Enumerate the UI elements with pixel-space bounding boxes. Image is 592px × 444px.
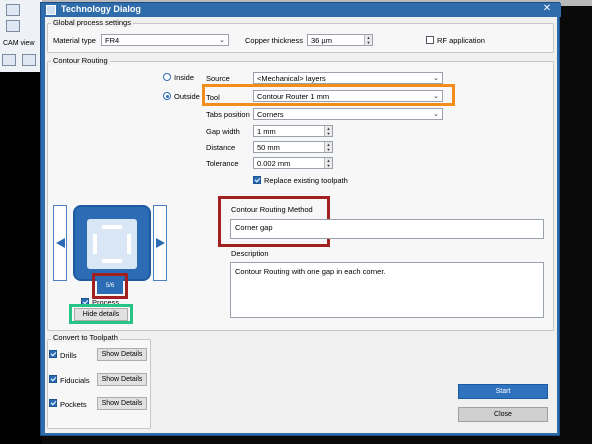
tolerance-label: Tolerance (206, 159, 239, 168)
method-field[interactable]: Corner gap (230, 219, 544, 239)
inside-radio[interactable] (163, 73, 171, 81)
dialog-title: Technology Dialog (61, 4, 141, 14)
fiducials-checkbox[interactable] (49, 375, 57, 383)
gap-right-icon (127, 234, 131, 254)
material-type-select[interactable]: FR4 ⌄ (101, 34, 229, 46)
tabs-position-select[interactable]: Corners ⌄ (253, 108, 443, 120)
drills-label: Drills (60, 351, 77, 360)
description-value: Contour Routing with one gap in each cor… (235, 267, 386, 276)
hide-details-button[interactable]: Hide details (74, 308, 128, 321)
tool-value: Contour Router 1 mm (257, 92, 330, 101)
background-toolbar: CAM view (0, 0, 42, 72)
distance-input[interactable]: 50 mm ▲ ▼ (253, 141, 333, 153)
tabs-position-label: Tabs position (206, 110, 250, 119)
close-window-button[interactable]: ✕ (535, 3, 559, 15)
tolerance-value: 0.002 mm (257, 159, 291, 168)
replace-toolpath-checkbox[interactable] (253, 176, 261, 184)
method-label: Contour Routing Method (231, 205, 313, 214)
source-value: <Mechanical> layers (257, 74, 326, 83)
tool-label: Tool (206, 93, 220, 102)
toolbar-icon[interactable] (6, 4, 20, 16)
dialog-client: Global process settings Material type FR… (45, 17, 557, 433)
arrow-right-icon (156, 238, 165, 248)
gap-top-icon (102, 225, 122, 229)
global-settings-legend: Global process settings (51, 18, 133, 27)
tolerance-input[interactable]: 0.002 mm ▲ ▼ (253, 157, 333, 169)
fiducials-label: Fiducials (60, 376, 90, 385)
source-label: Source (206, 74, 230, 83)
copper-thickness-input[interactable]: 36 µm ▲ ▼ (307, 34, 373, 46)
title-bar[interactable]: Technology Dialog ✕ (41, 3, 561, 17)
technology-dialog: Technology Dialog ✕ Global process setti… (40, 2, 561, 436)
spinner-arrows-icon[interactable]: ▲ ▼ (364, 35, 372, 45)
chevron-down-icon: ⌄ (433, 75, 439, 82)
method-value: Corner gap (235, 223, 273, 232)
drills-checkbox[interactable] (49, 350, 57, 358)
description-field: Contour Routing with one gap in each cor… (230, 262, 544, 318)
source-select[interactable]: <Mechanical> layers ⌄ (253, 72, 443, 84)
tabs-position-value: Corners (257, 110, 284, 119)
gap-width-input[interactable]: 1 mm ▲ ▼ (253, 125, 333, 137)
chevron-down-icon: ⌄ (433, 111, 439, 118)
select-tool-icon[interactable] (2, 54, 16, 66)
cam-view-label: CAM view (3, 40, 35, 47)
contour-routing-legend: Contour Routing (51, 56, 110, 65)
method-preview-image (73, 205, 151, 281)
inside-label: Inside (174, 73, 195, 82)
next-method-button[interactable] (153, 205, 167, 281)
previous-method-button[interactable] (53, 205, 67, 281)
rf-application-label: RF application (437, 36, 485, 45)
arrow-left-icon (56, 238, 65, 248)
gap-width-value: 1 mm (257, 127, 276, 136)
copper-thickness-label: Copper thickness (245, 36, 303, 45)
page-indicator: 5/6 (97, 278, 123, 294)
description-label: Description (231, 249, 269, 258)
distance-value: 50 mm (257, 143, 280, 152)
pockets-label: Pockets (60, 400, 87, 409)
toolbar-icon[interactable] (6, 20, 20, 32)
pockets-show-details-button[interactable]: Show Details (97, 397, 147, 410)
material-type-value: FR4 (105, 36, 120, 45)
spinner-arrows-icon[interactable]: ▲ ▼ (324, 158, 332, 168)
distance-label: Distance (206, 143, 236, 152)
gap-bottom-icon (102, 259, 122, 263)
tool-select[interactable]: Contour Router 1 mm ⌄ (253, 90, 443, 102)
replace-toolpath-label: Replace existing toolpath (264, 176, 348, 185)
chevron-down-icon: ⌄ (433, 93, 439, 100)
pointer-tool-icon[interactable] (22, 54, 36, 66)
outside-radio[interactable] (163, 92, 171, 100)
gap-left-icon (93, 234, 97, 254)
spinner-arrows-icon[interactable]: ▲ ▼ (324, 126, 332, 136)
copper-thickness-value: 36 µm (311, 36, 332, 45)
fiducials-show-details-button[interactable]: Show Details (97, 373, 147, 386)
app-icon (46, 5, 56, 15)
outside-label: Outside (174, 92, 200, 101)
material-type-label: Material type (53, 36, 96, 45)
close-icon: ✕ (542, 3, 552, 14)
pockets-checkbox[interactable] (49, 399, 57, 407)
close-button[interactable]: Close (458, 407, 548, 422)
gap-width-label: Gap width (206, 127, 240, 136)
board-preview-icon (87, 219, 137, 269)
rf-application-checkbox[interactable] (426, 36, 434, 44)
spinner-arrows-icon[interactable]: ▲ ▼ (324, 142, 332, 152)
chevron-down-icon: ⌄ (219, 37, 225, 44)
drills-show-details-button[interactable]: Show Details (97, 348, 147, 361)
convert-toolpath-legend: Convert to Toolpath (51, 333, 120, 342)
start-button[interactable]: Start (458, 384, 548, 399)
